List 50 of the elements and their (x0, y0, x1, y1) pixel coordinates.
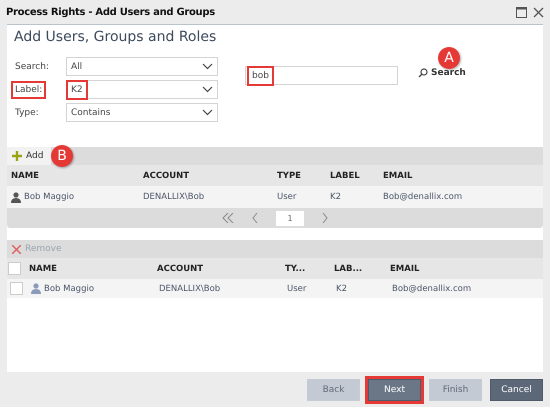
next-page-icon[interactable] (322, 213, 328, 223)
search-button[interactable]: Search (418, 68, 466, 78)
table-cell-text: Bob@denallix.com (392, 284, 472, 294)
column-header[interactable]: ACCOUNT (143, 170, 277, 180)
column-header[interactable]: TY... (285, 264, 334, 274)
page-number-field[interactable]: 1 (276, 210, 304, 226)
column-header[interactable]: TYPE (277, 170, 330, 180)
column-header[interactable]: EMAIL (383, 170, 543, 180)
search-field[interactable]: bob (245, 66, 398, 85)
callout-badge: A (438, 47, 460, 69)
table-cell: Bob Maggio (11, 192, 143, 202)
column-header[interactable]: EMAIL (390, 264, 543, 274)
search-icon (418, 68, 428, 78)
chevron-down-icon (202, 63, 213, 70)
dialog-heading: Add Users, Groups and Roles (14, 29, 218, 45)
column-header[interactable]: ACCOUNT (157, 264, 285, 274)
table-cell-text: User (277, 192, 298, 202)
column-header[interactable]: NAME (29, 264, 157, 274)
field-label: Type: (14, 106, 40, 120)
maximize-icon[interactable] (516, 6, 527, 18)
table-cell-text: DENALLIX\Bob (159, 284, 222, 294)
callout-badge: B (51, 145, 73, 167)
person-icon (31, 283, 41, 294)
field-label: Search: (14, 60, 50, 74)
table-cell-text: K2 (330, 192, 342, 202)
dialog-button[interactable]: Cancel (490, 378, 543, 400)
person-icon (11, 192, 21, 202)
plus-icon (12, 151, 22, 161)
add-button[interactable]: Add (7, 147, 52, 165)
dropdown-field[interactable]: K2 (66, 80, 218, 99)
dropdown-field[interactable]: Contains (66, 103, 218, 122)
column-header[interactable]: NAME (11, 170, 143, 180)
table-cell-text: Bob@denallix.com (383, 192, 464, 202)
table-cell-text: DENALLIX\Bob (143, 192, 206, 202)
chevron-down-icon (202, 86, 213, 93)
dropdown-field[interactable]: All (66, 57, 218, 76)
previous-page-icon[interactable] (252, 213, 258, 223)
column-header[interactable]: LAB... (334, 264, 390, 274)
column-header[interactable]: LABEL (330, 170, 383, 180)
checkbox[interactable] (8, 262, 21, 275)
close-icon[interactable] (533, 6, 544, 18)
first-page-icon[interactable] (222, 213, 234, 223)
chevron-down-icon (202, 109, 213, 116)
table-cell-text: User (287, 284, 308, 294)
window-title: Process Rights - Add Users and Groups (6, 6, 215, 18)
table-cell-text: K2 (336, 284, 348, 294)
field-label: Label: (13, 82, 44, 96)
checkbox[interactable] (10, 282, 23, 295)
close-icon (12, 244, 21, 254)
table-cell: Bob Maggio (31, 283, 159, 294)
